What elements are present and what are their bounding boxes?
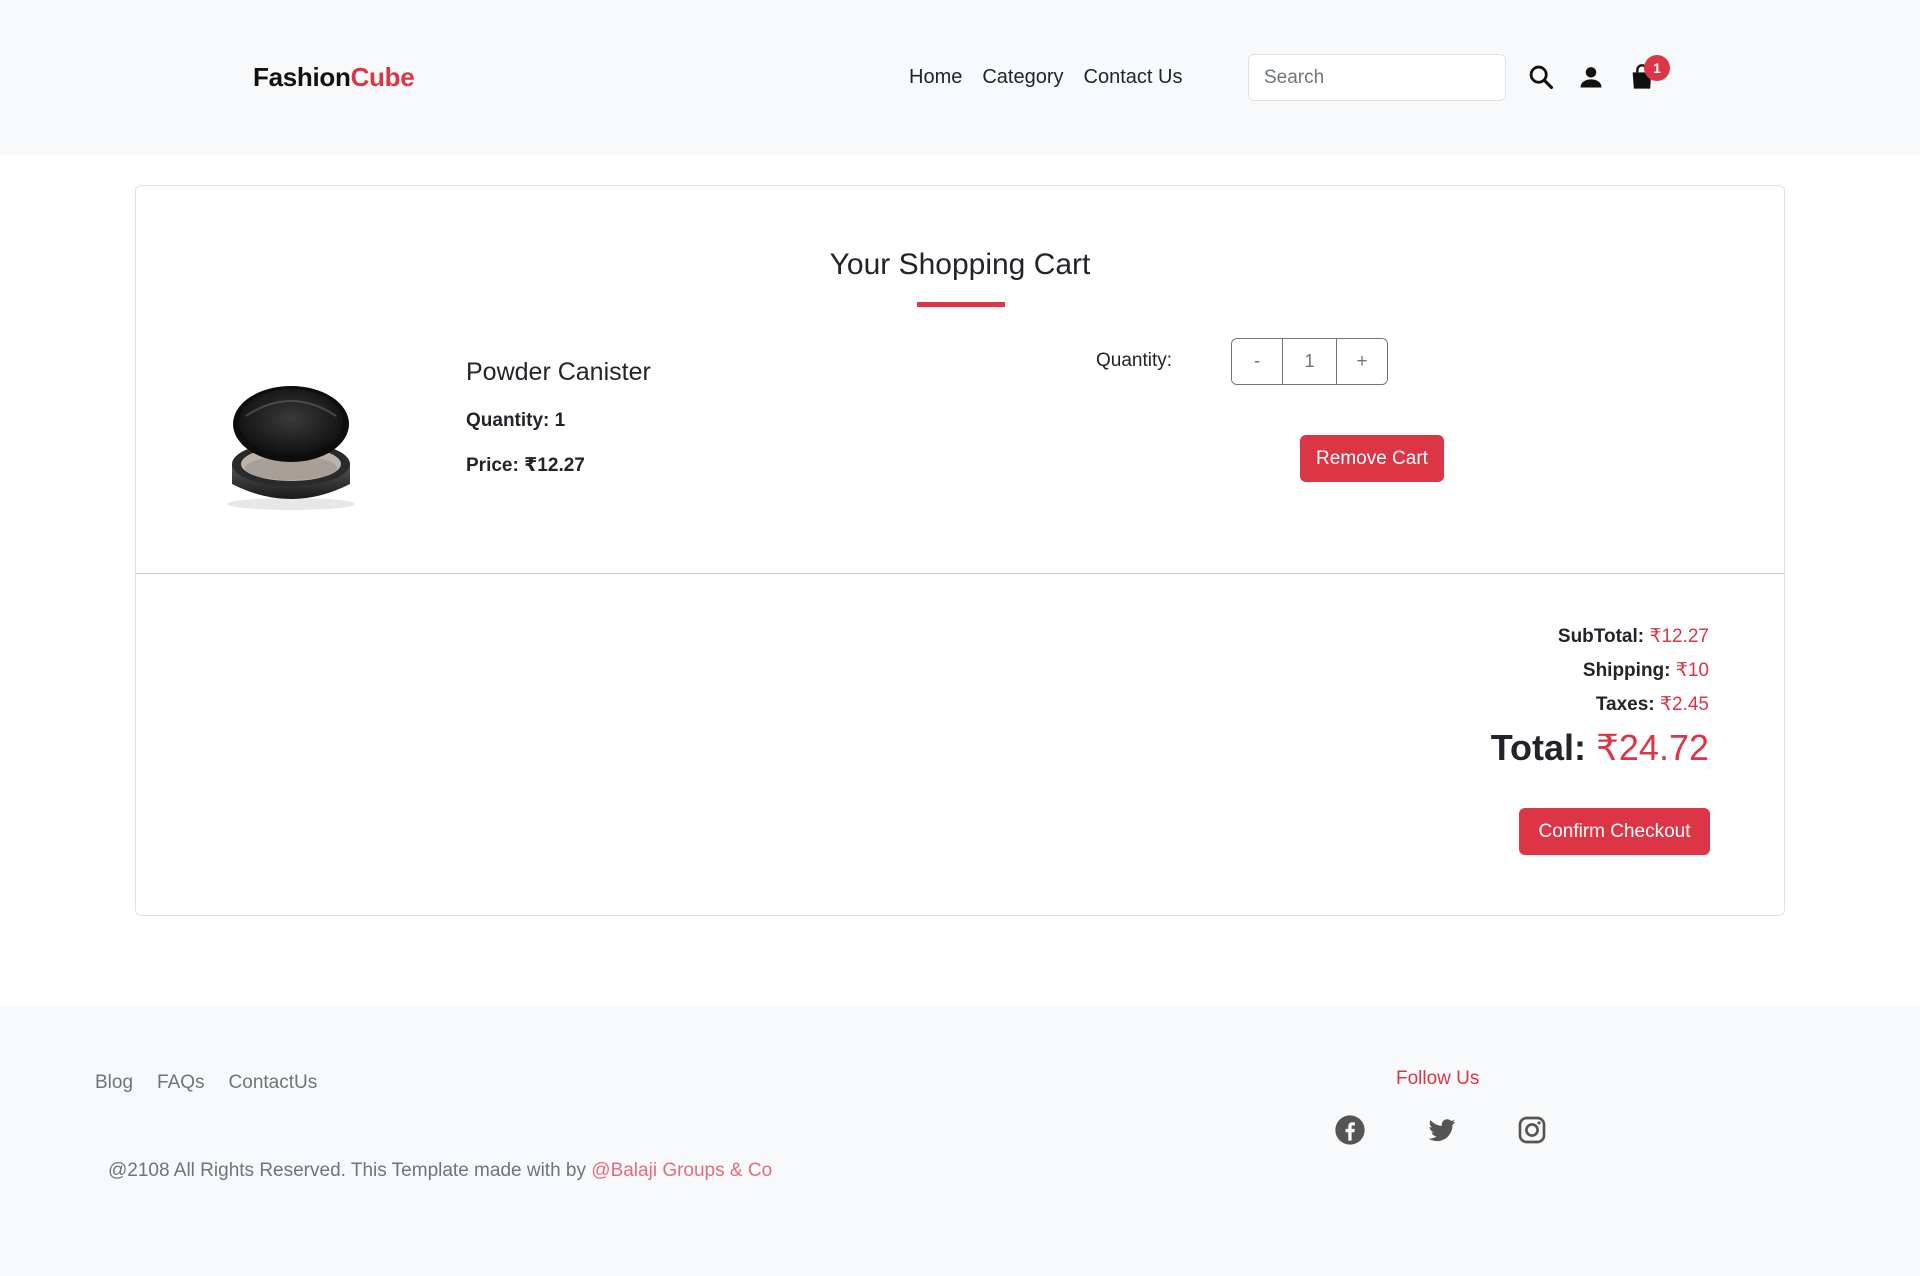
increment-button[interactable]: + — [1337, 339, 1387, 384]
navbar: FashionCube Home Category Contact Us 1 — [0, 0, 1920, 155]
title-underline — [917, 302, 1005, 307]
total-label: Total: — [1490, 727, 1596, 768]
subtotal-line: SubTotal: ₹12.27 — [1558, 625, 1709, 648]
subtotal-value: ₹12.27 — [1649, 626, 1709, 647]
user-icon[interactable] — [1577, 63, 1605, 91]
product-quantity: Quantity: 1 — [466, 410, 566, 431]
quantity-label: Quantity: — [1096, 350, 1173, 371]
nav-home[interactable]: Home — [909, 66, 962, 89]
confirm-checkout-button[interactable]: Confirm Checkout — [1519, 808, 1710, 855]
twitter-icon[interactable] — [1426, 1114, 1458, 1146]
quantity-value: 1 — [1282, 339, 1337, 384]
main-nav: Home Category Contact Us — [909, 66, 1202, 89]
product-price: Price: ₹12.27 — [466, 455, 585, 476]
brand-name: Fashion — [253, 62, 351, 92]
subtotal-label: SubTotal: — [1557, 626, 1650, 647]
cart-count-badge: 1 — [1644, 55, 1670, 81]
credit-link[interactable]: @Balaji Groups & Co — [591, 1160, 772, 1181]
shipping-label: Shipping: — [1582, 660, 1676, 681]
nav-contact-us[interactable]: Contact Us — [1084, 66, 1183, 89]
brand-name-accent: Cube — [350, 62, 415, 92]
copyright: @2108 All Rights Reserved. This Template… — [108, 1160, 772, 1182]
copyright-text: @2108 All Rights Reserved. This Template… — [108, 1160, 592, 1181]
shopping-cart-card: Your Shopping Cart Powder Canister Quant… — [135, 185, 1785, 916]
cart-title: Your Shopping Cart — [829, 248, 1091, 281]
shipping-value: ₹10 — [1675, 660, 1709, 681]
footer: Blog FAQs ContactUs @2108 All Rights Res… — [0, 1006, 1920, 1276]
footer-link-contactus[interactable]: ContactUs — [229, 1072, 318, 1094]
footer-link-blog[interactable]: Blog — [95, 1072, 133, 1094]
total-line: Total: ₹24.72 — [1491, 727, 1709, 769]
shipping-line: Shipping: ₹10 — [1583, 659, 1709, 682]
decrement-button[interactable]: - — [1232, 339, 1282, 384]
facebook-icon[interactable] — [1334, 1114, 1366, 1146]
instagram-icon[interactable] — [1516, 1114, 1548, 1146]
follow-us-title: Follow Us — [1396, 1068, 1480, 1089]
footer-link-faqs[interactable]: FAQs — [157, 1072, 205, 1094]
footer-links: Blog FAQs ContactUs — [95, 1072, 341, 1094]
remove-cart-button[interactable]: Remove Cart — [1300, 435, 1444, 482]
search-icon[interactable] — [1527, 63, 1555, 91]
quantity-stepper: - 1 + — [1231, 338, 1388, 385]
divider — [136, 573, 1784, 574]
product-name[interactable]: Powder Canister — [466, 358, 651, 387]
search-input[interactable] — [1248, 54, 1506, 101]
brand-logo[interactable]: FashionCube — [253, 62, 415, 93]
taxes-line: Taxes: ₹2.45 — [1596, 693, 1709, 716]
taxes-label: Taxes: — [1595, 694, 1660, 715]
product-image[interactable] — [216, 376, 366, 516]
nav-category[interactable]: Category — [982, 66, 1063, 89]
total-value: ₹24.72 — [1596, 727, 1709, 768]
taxes-value: ₹2.45 — [1659, 694, 1709, 715]
